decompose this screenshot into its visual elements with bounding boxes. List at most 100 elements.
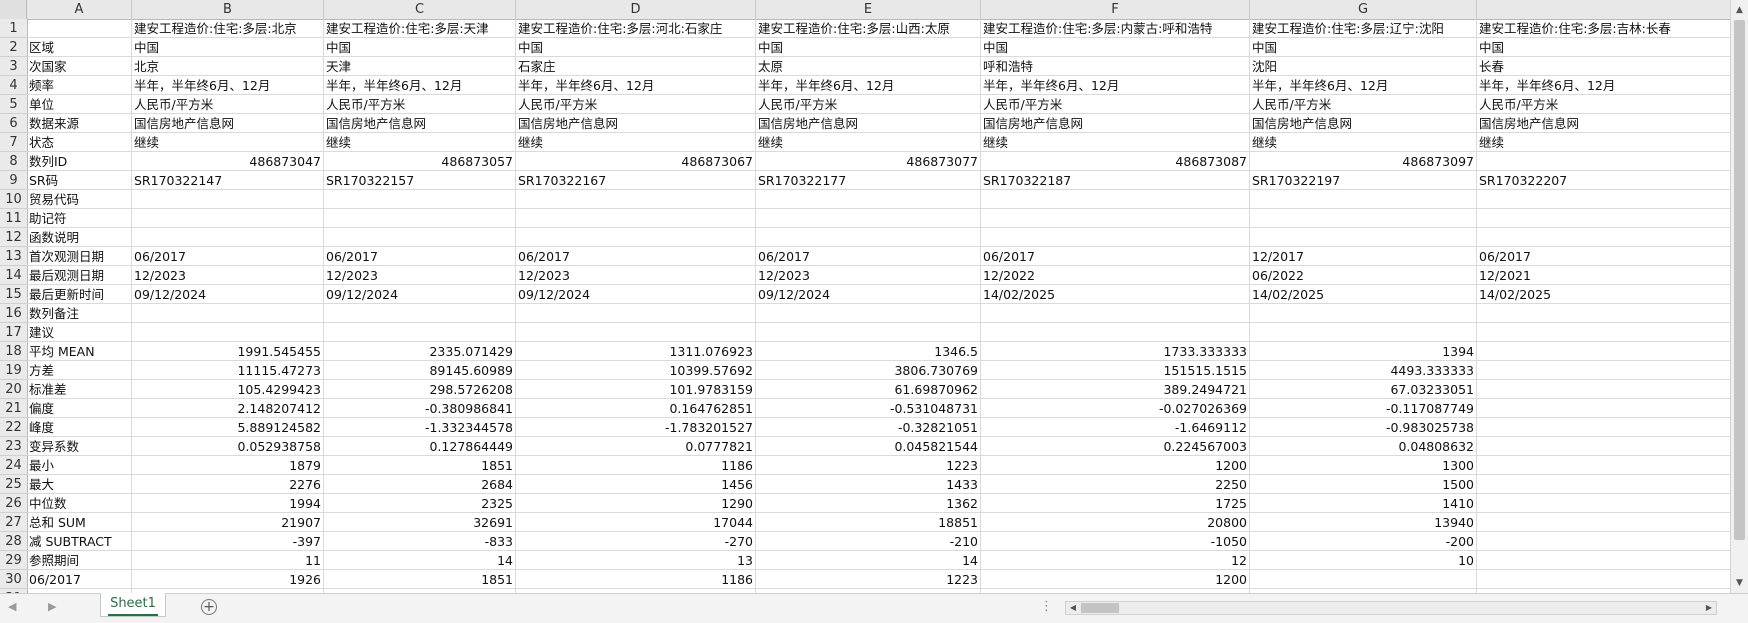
row-header[interactable]: 24 [0,456,27,475]
data-cell[interactable]: 0.164762851 [516,399,756,418]
data-cell[interactable]: 12/2017 [1250,247,1477,266]
row-header[interactable]: 28 [0,532,27,551]
data-cell[interactable] [1477,551,1730,570]
data-cell[interactable]: 0.224567003 [981,437,1250,456]
data-cell[interactable]: 中国 [756,38,981,57]
split-handle-icon[interactable]: ⋮ [1040,599,1053,614]
data-cell[interactable]: 12 [981,551,1250,570]
data-cell[interactable]: 14/02/2025 [1250,285,1477,304]
row-header[interactable]: 26 [0,494,27,513]
row-header[interactable]: 19 [0,361,27,380]
data-cell[interactable]: 中国 [1477,38,1730,57]
data-cell[interactable]: 06/2022 [1250,266,1477,285]
row-label-cell[interactable]: 平均 MEAN [27,342,132,361]
data-cell[interactable]: 1991.545455 [132,342,324,361]
data-cell[interactable]: 06/2017 [756,247,981,266]
data-cell[interactable] [1477,342,1730,361]
data-cell[interactable]: 0.127864449 [324,437,516,456]
data-cell[interactable]: 国信房地产信息网 [981,114,1250,133]
row-header[interactable]: 5 [0,95,27,114]
data-cell[interactable]: -0.027026369 [981,399,1250,418]
row-header[interactable]: 18 [0,342,27,361]
row-label-cell[interactable]: 贸易代码 [27,190,132,209]
data-cell[interactable] [981,304,1250,323]
data-cell[interactable] [132,209,324,228]
data-cell[interactable]: 1362 [756,494,981,513]
data-cell[interactable]: 1300 [1250,456,1477,475]
data-cell[interactable]: SR170322167 [516,171,756,190]
data-cell[interactable]: 国信房地产信息网 [756,114,981,133]
data-cell[interactable]: 5.889124582 [132,418,324,437]
data-cell[interactable]: SR170322197 [1250,171,1477,190]
data-cell[interactable]: 石家庄 [516,57,756,76]
data-cell[interactable] [1477,418,1730,437]
data-cell[interactable]: 半年，半年终6月、12月 [516,76,756,95]
data-cell[interactable] [1477,456,1730,475]
data-cell[interactable] [756,209,981,228]
data-cell[interactable]: -200 [1250,532,1477,551]
row-label-cell[interactable]: 方差 [27,361,132,380]
data-cell[interactable]: -270 [516,532,756,551]
data-cell[interactable]: 14 [756,551,981,570]
row-header[interactable]: 22 [0,418,27,437]
data-cell[interactable]: 人民币/平方米 [1477,95,1730,114]
data-cell[interactable]: 0.04808632 [1250,437,1477,456]
data-cell[interactable] [1250,323,1477,342]
row-header[interactable]: 17 [0,323,27,342]
horizontal-scroll-thumb[interactable] [1081,603,1119,613]
row-label-cell[interactable]: 函数说明 [27,228,132,247]
data-cell[interactable]: 继续 [756,133,981,152]
data-cell[interactable]: 中国 [324,38,516,57]
data-cell[interactable] [132,304,324,323]
row-label-cell[interactable]: 区域 [27,38,132,57]
row-header[interactable]: 6 [0,114,27,133]
data-cell[interactable]: 半年，半年终6月、12月 [1477,76,1730,95]
data-cell[interactable]: 18851 [756,513,981,532]
data-cell[interactable] [756,304,981,323]
data-cell[interactable]: 61.69870962 [756,380,981,399]
row-label-cell[interactable]: 单位 [27,95,132,114]
data-cell[interactable]: 继续 [516,133,756,152]
data-cell[interactable] [981,190,1250,209]
row-label-cell[interactable]: 变异系数 [27,437,132,456]
row-header[interactable]: 7 [0,133,27,152]
data-cell[interactable]: 09/12/2024 [516,285,756,304]
scroll-down-arrow-icon[interactable]: ▼ [1731,575,1748,591]
data-cell[interactable]: 17044 [516,513,756,532]
data-cell[interactable] [1477,475,1730,494]
data-cell[interactable] [981,209,1250,228]
data-cell[interactable]: SR170322147 [132,171,324,190]
data-cell[interactable]: -1.332344578 [324,418,516,437]
data-cell[interactable] [1477,399,1730,418]
data-cell[interactable]: 1346.5 [756,342,981,361]
data-cell[interactable]: 0.052938758 [132,437,324,456]
data-cell[interactable] [516,228,756,247]
data-cell[interactable]: 继续 [1477,133,1730,152]
row-header[interactable]: 8 [0,152,27,171]
data-cell[interactable] [132,228,324,247]
data-cell[interactable]: SR170322187 [981,171,1250,190]
data-cell[interactable]: 486873087 [981,152,1250,171]
data-cell[interactable]: 09/12/2024 [324,285,516,304]
data-cell[interactable]: -0.531048731 [756,399,981,418]
data-cell[interactable]: 继续 [132,133,324,152]
data-cell[interactable]: 151515.1515 [981,361,1250,380]
row-label-cell[interactable]: 频率 [27,76,132,95]
column-header[interactable]: B [132,0,324,19]
data-cell[interactable]: 半年，半年终6月、12月 [132,76,324,95]
column-header[interactable]: F [981,0,1250,19]
column-header[interactable]: G [1250,0,1477,19]
data-cell[interactable]: 486873067 [516,152,756,171]
data-cell[interactable]: 14/02/2025 [1477,285,1730,304]
data-cell[interactable]: 1433 [756,475,981,494]
data-cell[interactable]: 太原 [756,57,981,76]
data-cell[interactable]: 1394 [1250,342,1477,361]
data-cell[interactable]: 105.4299423 [132,380,324,399]
data-cell[interactable]: 1994 [132,494,324,513]
data-cell[interactable]: 13940 [1250,513,1477,532]
data-cell[interactable]: 建安工程造价:住宅:多层:山西:太原 [756,19,981,38]
data-cell[interactable]: 人民币/平方米 [516,95,756,114]
row-header[interactable]: 11 [0,209,27,228]
data-cell[interactable]: 2335.071429 [324,342,516,361]
vertical-scrollbar[interactable]: ▲ ▼ [1730,0,1748,593]
